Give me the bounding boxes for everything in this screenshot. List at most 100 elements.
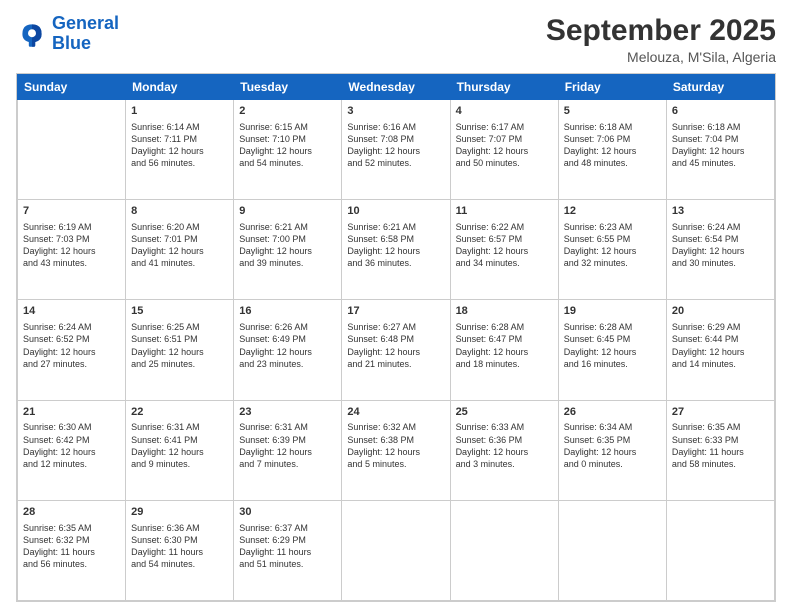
day-info: Sunrise: 6:31 AM Sunset: 6:39 PM Dayligh… bbox=[239, 421, 336, 470]
day-info: Sunrise: 6:37 AM Sunset: 6:29 PM Dayligh… bbox=[239, 522, 336, 571]
calendar-body: 1 Sunrise: 6:14 AM Sunset: 7:11 PM Daylig… bbox=[18, 100, 775, 601]
calendar-table: Sunday Monday Tuesday Wednesday Thursday… bbox=[17, 74, 775, 601]
location-subtitle: Melouza, M'Sila, Algeria bbox=[546, 49, 776, 65]
day-info: Sunrise: 6:24 AM Sunset: 6:52 PM Dayligh… bbox=[23, 321, 120, 370]
day-number: 5 bbox=[564, 104, 661, 119]
th-monday: Monday bbox=[126, 75, 234, 100]
day-number: 13 bbox=[672, 204, 769, 219]
day-number: 6 bbox=[672, 104, 769, 119]
day-info: Sunrise: 6:25 AM Sunset: 6:51 PM Dayligh… bbox=[131, 321, 228, 370]
cell-week2-day1: 7Sunrise: 6:19 AM Sunset: 7:03 PM Daylig… bbox=[18, 200, 126, 300]
day-number: 21 bbox=[23, 405, 120, 420]
cell-week1-day1 bbox=[18, 100, 126, 200]
cell-week4-day5: 25Sunrise: 6:33 AM Sunset: 6:36 PM Dayli… bbox=[450, 400, 558, 500]
day-number: 23 bbox=[239, 405, 336, 420]
cell-week1-day7: 6Sunrise: 6:18 AM Sunset: 7:04 PM Daylig… bbox=[666, 100, 774, 200]
cell-week3-day2: 15 Sunrise: 6:25 AM Sunset: 6:51 PM Dayli… bbox=[126, 300, 234, 400]
day-number: 15 bbox=[131, 304, 228, 319]
cell-week3-day3: 16 Sunrise: 6:26 AM Sunset: 6:49 PM Dayli… bbox=[234, 300, 342, 400]
logo-general: General bbox=[52, 13, 119, 33]
th-thursday: Thursday bbox=[450, 75, 558, 100]
cell-week5-day4 bbox=[342, 500, 450, 600]
th-friday: Friday bbox=[558, 75, 666, 100]
title-block: September 2025 Melouza, M'Sila, Algeria bbox=[546, 14, 776, 65]
day-number: 3 bbox=[347, 104, 444, 119]
day-number: 26 bbox=[564, 405, 661, 420]
cell-week2-day3: 9 Sunrise: 6:21 AM Sunset: 7:00 PM Daylig… bbox=[234, 200, 342, 300]
day-info: Sunrise: 6:20 AM Sunset: 7:01 PM Dayligh… bbox=[131, 221, 228, 270]
week-row-3: 14 Sunrise: 6:24 AM Sunset: 6:52 PM Dayli… bbox=[18, 300, 775, 400]
day-number: 22 bbox=[131, 405, 228, 420]
header-row: Sunday Monday Tuesday Wednesday Thursday… bbox=[18, 75, 775, 100]
day-number: 9 bbox=[239, 204, 336, 219]
th-tuesday: Tuesday bbox=[234, 75, 342, 100]
logo-icon bbox=[16, 18, 48, 50]
day-info: Sunrise: 6:35 AM Sunset: 6:32 PM Dayligh… bbox=[23, 522, 120, 571]
logo: General Blue bbox=[16, 14, 119, 54]
week-row-5: 28Sunrise: 6:35 AM Sunset: 6:32 PM Dayli… bbox=[18, 500, 775, 600]
cell-week4-day4: 24Sunrise: 6:32 AM Sunset: 6:38 PM Dayli… bbox=[342, 400, 450, 500]
calendar: Sunday Monday Tuesday Wednesday Thursday… bbox=[16, 73, 776, 602]
cell-week5-day1: 28Sunrise: 6:35 AM Sunset: 6:32 PM Dayli… bbox=[18, 500, 126, 600]
day-info: Sunrise: 6:24 AM Sunset: 6:54 PM Dayligh… bbox=[672, 221, 769, 270]
cell-week4-day2: 22Sunrise: 6:31 AM Sunset: 6:41 PM Dayli… bbox=[126, 400, 234, 500]
day-info: Sunrise: 6:27 AM Sunset: 6:48 PM Dayligh… bbox=[347, 321, 444, 370]
cell-week4-day6: 26Sunrise: 6:34 AM Sunset: 6:35 PM Dayli… bbox=[558, 400, 666, 500]
day-info: Sunrise: 6:28 AM Sunset: 6:45 PM Dayligh… bbox=[564, 321, 661, 370]
day-info: Sunrise: 6:23 AM Sunset: 6:55 PM Dayligh… bbox=[564, 221, 661, 270]
day-number: 2 bbox=[239, 104, 336, 119]
week-row-4: 21Sunrise: 6:30 AM Sunset: 6:42 PM Dayli… bbox=[18, 400, 775, 500]
day-number: 25 bbox=[456, 405, 553, 420]
day-info: Sunrise: 6:21 AM Sunset: 6:58 PM Dayligh… bbox=[347, 221, 444, 270]
cell-week4-day1: 21Sunrise: 6:30 AM Sunset: 6:42 PM Dayli… bbox=[18, 400, 126, 500]
day-number: 8 bbox=[131, 204, 228, 219]
day-number: 27 bbox=[672, 405, 769, 420]
day-info: Sunrise: 6:28 AM Sunset: 6:47 PM Dayligh… bbox=[456, 321, 553, 370]
cell-week5-day6 bbox=[558, 500, 666, 600]
cell-week1-day3: 2Sunrise: 6:15 AM Sunset: 7:10 PM Daylig… bbox=[234, 100, 342, 200]
day-number: 29 bbox=[131, 505, 228, 520]
cell-week2-day6: 12 Sunrise: 6:23 AM Sunset: 6:55 PM Dayli… bbox=[558, 200, 666, 300]
day-number: 18 bbox=[456, 304, 553, 319]
day-info: Sunrise: 6:22 AM Sunset: 6:57 PM Dayligh… bbox=[456, 221, 553, 270]
logo-blue: Blue bbox=[52, 33, 91, 53]
day-info: Sunrise: 6:36 AM Sunset: 6:30 PM Dayligh… bbox=[131, 522, 228, 571]
day-number: 24 bbox=[347, 405, 444, 420]
cell-week3-day6: 19 Sunrise: 6:28 AM Sunset: 6:45 PM Dayli… bbox=[558, 300, 666, 400]
cell-week5-day7 bbox=[666, 500, 774, 600]
day-number: 11 bbox=[456, 204, 553, 219]
cell-week3-day1: 14 Sunrise: 6:24 AM Sunset: 6:52 PM Dayli… bbox=[18, 300, 126, 400]
day-info: Sunrise: 6:29 AM Sunset: 6:44 PM Dayligh… bbox=[672, 321, 769, 370]
day-info: Sunrise: 6:21 AM Sunset: 7:00 PM Dayligh… bbox=[239, 221, 336, 270]
day-number: 16 bbox=[239, 304, 336, 319]
day-number: 1 bbox=[131, 104, 228, 119]
cell-week2-day2: 8 Sunrise: 6:20 AM Sunset: 7:01 PM Daylig… bbox=[126, 200, 234, 300]
day-number: 17 bbox=[347, 304, 444, 319]
day-info: Sunrise: 6:14 AM Sunset: 7:11 PM Dayligh… bbox=[131, 121, 228, 170]
cell-week1-day6: 5 Sunrise: 6:18 AM Sunset: 7:06 PM Daylig… bbox=[558, 100, 666, 200]
month-title: September 2025 bbox=[546, 14, 776, 47]
day-info: Sunrise: 6:34 AM Sunset: 6:35 PM Dayligh… bbox=[564, 421, 661, 470]
cell-week2-day7: 13 Sunrise: 6:24 AM Sunset: 6:54 PM Dayli… bbox=[666, 200, 774, 300]
day-info: Sunrise: 6:26 AM Sunset: 6:49 PM Dayligh… bbox=[239, 321, 336, 370]
day-info: Sunrise: 6:30 AM Sunset: 6:42 PM Dayligh… bbox=[23, 421, 120, 470]
day-number: 19 bbox=[564, 304, 661, 319]
cell-week1-day4: 3Sunrise: 6:16 AM Sunset: 7:08 PM Daylig… bbox=[342, 100, 450, 200]
cell-week2-day4: 10Sunrise: 6:21 AM Sunset: 6:58 PM Dayli… bbox=[342, 200, 450, 300]
cell-week3-day7: 20 Sunrise: 6:29 AM Sunset: 6:44 PM Dayli… bbox=[666, 300, 774, 400]
cell-week4-day7: 27Sunrise: 6:35 AM Sunset: 6:33 PM Dayli… bbox=[666, 400, 774, 500]
cell-week1-day2: 1 Sunrise: 6:14 AM Sunset: 7:11 PM Daylig… bbox=[126, 100, 234, 200]
day-number: 12 bbox=[564, 204, 661, 219]
day-info: Sunrise: 6:18 AM Sunset: 7:06 PM Dayligh… bbox=[564, 121, 661, 170]
cell-week5-day5 bbox=[450, 500, 558, 600]
day-info: Sunrise: 6:19 AM Sunset: 7:03 PM Dayligh… bbox=[23, 221, 120, 270]
logo-text: General Blue bbox=[52, 14, 119, 54]
day-number: 20 bbox=[672, 304, 769, 319]
day-info: Sunrise: 6:31 AM Sunset: 6:41 PM Dayligh… bbox=[131, 421, 228, 470]
day-info: Sunrise: 6:35 AM Sunset: 6:33 PM Dayligh… bbox=[672, 421, 769, 470]
day-number: 14 bbox=[23, 304, 120, 319]
cell-week3-day5: 18 Sunrise: 6:28 AM Sunset: 6:47 PM Dayli… bbox=[450, 300, 558, 400]
th-saturday: Saturday bbox=[666, 75, 774, 100]
day-info: Sunrise: 6:32 AM Sunset: 6:38 PM Dayligh… bbox=[347, 421, 444, 470]
cell-week1-day5: 4Sunrise: 6:17 AM Sunset: 7:07 PM Daylig… bbox=[450, 100, 558, 200]
